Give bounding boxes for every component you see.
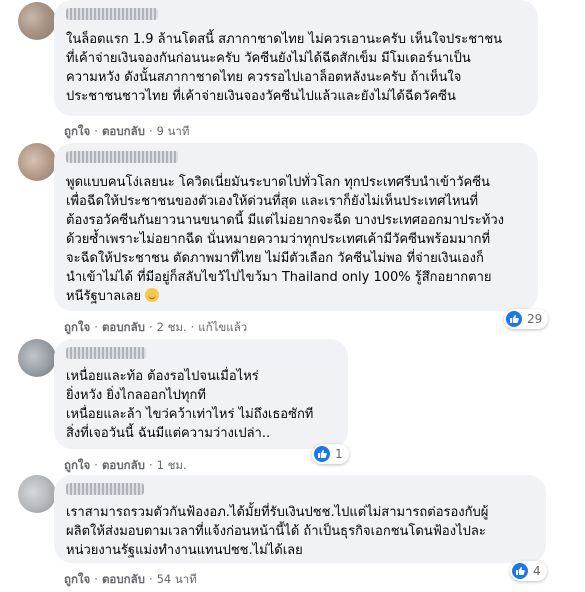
reply-link[interactable]: ตอบกลับ: [102, 124, 145, 138]
comment-actions: ถูกใจ · ตอบกลับ · 9 นาที: [64, 124, 190, 138]
avatar[interactable]: [18, 475, 56, 513]
comment-bubble: เหนื่อยและท้อ ต้องรอไปจนเมื่อไหร่ ยิ่งหว…: [54, 339, 348, 449]
timestamp[interactable]: 9 นาที: [157, 124, 190, 138]
like-link[interactable]: ถูกใจ: [64, 572, 90, 586]
comment-actions: ถูกใจ · ตอบกลับ · 1 ชม.: [64, 458, 187, 472]
like-link[interactable]: ถูกใจ: [64, 320, 90, 334]
author-name-redacted[interactable]: [66, 347, 146, 359]
avatar[interactable]: [18, 143, 56, 181]
sweat-smile-emoji-icon: [145, 288, 160, 302]
author-name-redacted[interactable]: [66, 483, 144, 495]
avatar[interactable]: [18, 2, 56, 40]
like-icon: [506, 311, 522, 327]
comment-text: เราสามารถรวมตัวกันฟ้องอภ.ได้มั้ยที่รับเง…: [66, 505, 489, 558]
like-icon: [314, 446, 330, 462]
comment-text: พูดแบบคนโง่เลยนะ โควิดเนี่ยมันระบาดไปทั่…: [66, 175, 504, 304]
reaction-count: 29: [527, 312, 543, 326]
comment-bubble: เราสามารถรวมตัวกันฟ้องอภ.ได้มั้ยที่รับเง…: [54, 475, 546, 563]
edited-label: แก้ไขแล้ว: [198, 320, 248, 334]
reaction-summary[interactable]: 29: [504, 309, 549, 329]
like-link[interactable]: ถูกใจ: [64, 458, 90, 472]
comment-actions: ถูกใจ · ตอบกลับ · 2 ชม. · แก้ไขแล้ว: [64, 320, 248, 334]
comment-bubble: ในล็อตแรก 1.9 ล้านโดสนี้ สภากาชาดไทย ไม่…: [54, 0, 538, 116]
reply-link[interactable]: ตอบกลับ: [102, 458, 145, 472]
reply-link[interactable]: ตอบกลับ: [102, 320, 145, 334]
timestamp[interactable]: 2 ชม.: [157, 320, 187, 334]
timestamp[interactable]: 1 ชม.: [157, 458, 187, 472]
comment-text: ในล็อตแรก 1.9 ล้านโดสนี้ สภากาชาดไทย ไม่…: [66, 32, 503, 104]
reaction-count: 4: [533, 564, 541, 578]
reaction-summary[interactable]: 4: [510, 561, 547, 581]
author-name-redacted[interactable]: [66, 8, 158, 20]
author-name-redacted[interactable]: [66, 151, 178, 163]
comment-bubble: พูดแบบคนโง่เลยนะ โควิดเนี่ยมันระบาดไปทั่…: [54, 143, 538, 311]
like-link[interactable]: ถูกใจ: [64, 124, 90, 138]
like-icon: [512, 563, 528, 579]
avatar[interactable]: [18, 339, 56, 377]
reaction-summary[interactable]: 1: [312, 444, 349, 464]
timestamp[interactable]: 54 นาที: [157, 572, 197, 586]
reaction-count: 1: [335, 447, 343, 461]
comment-text: เหนื่อยและท้อ ต้องรอไปจนเมื่อไหร่ ยิ่งหว…: [66, 369, 314, 441]
reply-link[interactable]: ตอบกลับ: [102, 572, 145, 586]
comment-actions: ถูกใจ · ตอบกลับ · 54 นาที: [64, 572, 197, 586]
